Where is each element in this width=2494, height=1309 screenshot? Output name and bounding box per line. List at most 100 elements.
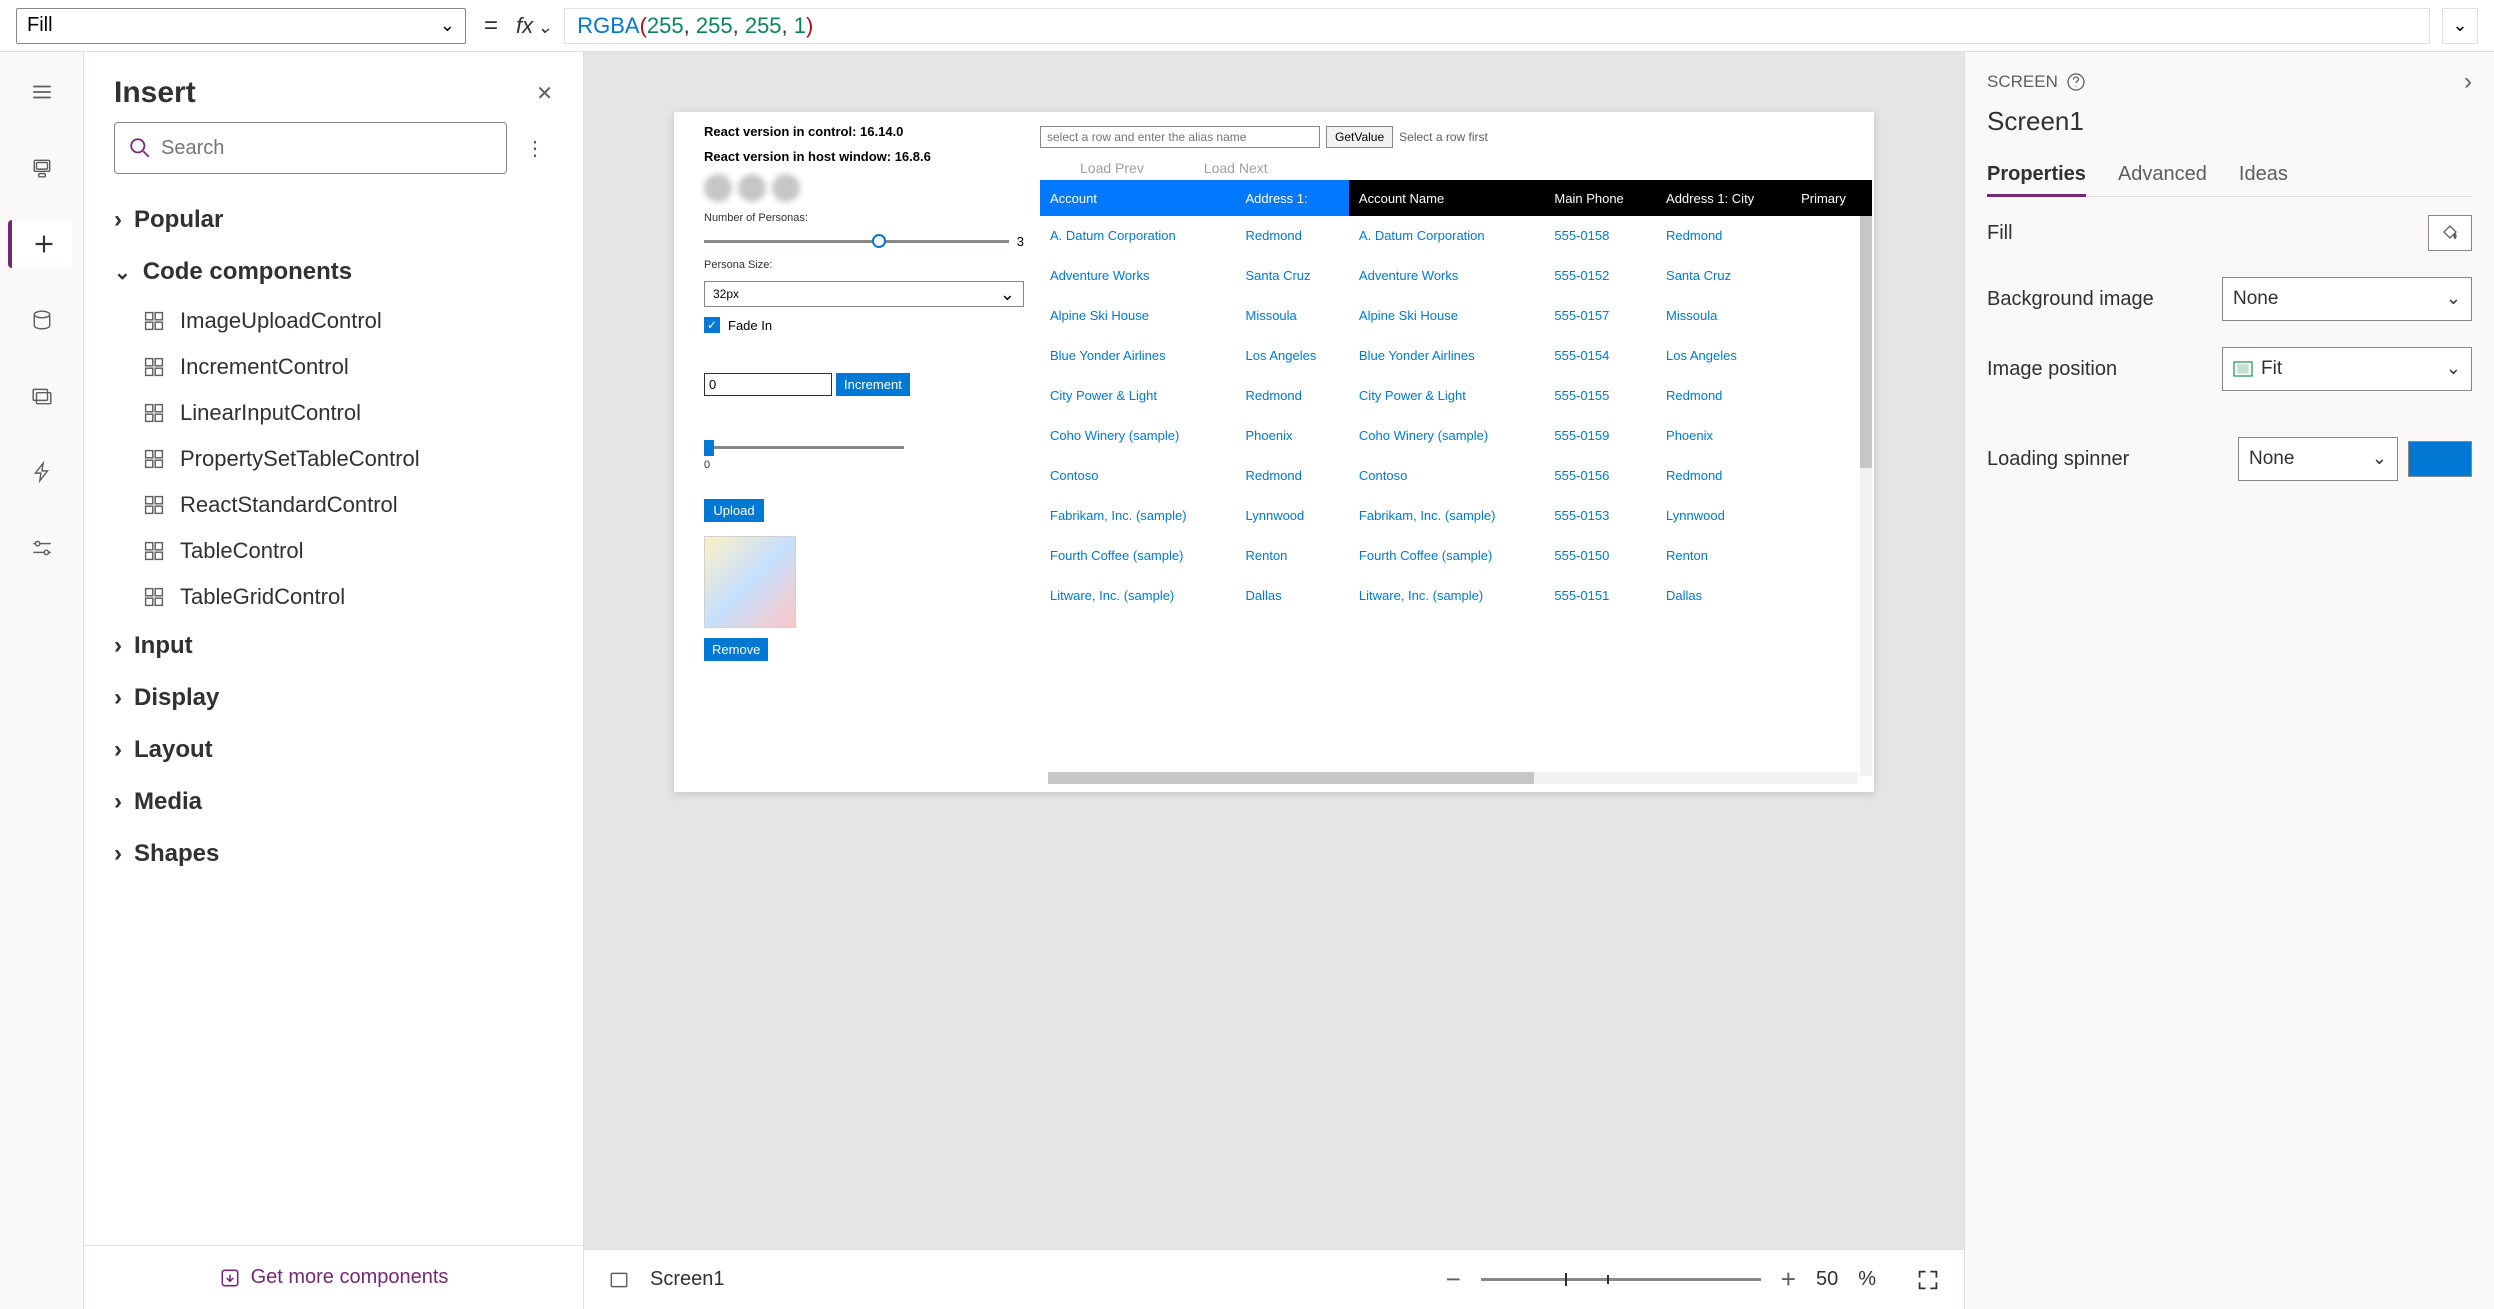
zoom-slider[interactable]: [1481, 1278, 1761, 1281]
column-header[interactable]: Account Name: [1349, 180, 1544, 216]
table-cell[interactable]: Redmond: [1235, 376, 1348, 416]
table-cell[interactable]: Alpine Ski House: [1040, 296, 1235, 336]
table-cell[interactable]: Fourth Coffee (sample): [1040, 536, 1235, 576]
table-cell[interactable]: 555-0152: [1544, 256, 1656, 296]
table-cell[interactable]: Redmond: [1656, 216, 1791, 256]
table-cell[interactable]: Renton: [1656, 536, 1791, 576]
group-shapes[interactable]: Shapes: [84, 828, 583, 880]
table-cell[interactable]: Contoso: [1349, 456, 1544, 496]
table-row[interactable]: City Power & LightRedmondCity Power & Li…: [1040, 376, 1872, 416]
fill-color-button[interactable]: [2428, 215, 2472, 251]
table-cell[interactable]: Blue Yonder Airlines: [1349, 336, 1544, 376]
table-cell[interactable]: City Power & Light: [1349, 376, 1544, 416]
group-media[interactable]: Media: [84, 776, 583, 828]
table-cell[interactable]: Los Angeles: [1235, 336, 1348, 376]
slider-thumb[interactable]: [872, 234, 886, 248]
table-cell[interactable]: Missoula: [1656, 296, 1791, 336]
canvas-screen[interactable]: React version in control: 16.14.0 React …: [674, 112, 1874, 792]
getvalue-button[interactable]: GetValue: [1326, 126, 1393, 148]
table-cell[interactable]: Redmond: [1656, 376, 1791, 416]
table-cell[interactable]: Santa Cruz: [1235, 256, 1348, 296]
table-cell[interactable]: Redmond: [1235, 216, 1348, 256]
component-item[interactable]: ImageUploadControl: [84, 298, 583, 344]
fade-in-checkbox[interactable]: ✓: [704, 317, 720, 333]
rail-insert[interactable]: [8, 220, 72, 268]
upload-button[interactable]: Upload: [704, 499, 764, 522]
table-cell[interactable]: Litware, Inc. (sample): [1349, 576, 1544, 616]
zoom-out-button[interactable]: −: [1446, 1264, 1461, 1295]
close-icon[interactable]: ✕: [536, 81, 553, 106]
personas-slider[interactable]: [704, 240, 1009, 243]
group-popular[interactable]: Popular: [84, 194, 583, 246]
scrollbar-thumb[interactable]: [1860, 216, 1872, 468]
table-cell[interactable]: Phoenix: [1235, 416, 1348, 456]
column-header[interactable]: Primary: [1791, 180, 1872, 216]
vertical-scrollbar[interactable]: [1860, 216, 1872, 776]
chevron-right-icon[interactable]: ›: [2464, 68, 2472, 96]
group-layout[interactable]: Layout: [84, 724, 583, 776]
search-input[interactable]: [114, 122, 507, 174]
table-cell[interactable]: Renton: [1235, 536, 1348, 576]
increment-button[interactable]: Increment: [836, 373, 910, 396]
table-cell[interactable]: Alpine Ski House: [1349, 296, 1544, 336]
slider-thumb[interactable]: [704, 440, 714, 456]
persona-size-dropdown[interactable]: 32px: [704, 281, 1024, 307]
table-cell[interactable]: Los Angeles: [1656, 336, 1791, 376]
table-cell[interactable]: 555-0153: [1544, 496, 1656, 536]
rail-settings[interactable]: [12, 524, 72, 572]
table-cell[interactable]: 555-0156: [1544, 456, 1656, 496]
rail-data[interactable]: [12, 296, 72, 344]
group-input[interactable]: Input: [84, 620, 583, 672]
tab-properties[interactable]: Properties: [1987, 155, 2086, 197]
table-row[interactable]: Blue Yonder AirlinesLos AngelesBlue Yond…: [1040, 336, 1872, 376]
rail-hamburger[interactable]: [12, 68, 72, 116]
canvas-viewport[interactable]: React version in control: 16.14.0 React …: [584, 52, 1964, 1249]
table-cell[interactable]: 555-0151: [1544, 576, 1656, 616]
tab-advanced[interactable]: Advanced: [2118, 155, 2207, 196]
table-cell[interactable]: A. Datum Corporation: [1040, 216, 1235, 256]
column-header[interactable]: Address 1: City: [1656, 180, 1791, 216]
bg-image-dropdown[interactable]: None: [2222, 277, 2472, 321]
table-row[interactable]: Adventure WorksSanta CruzAdventure Works…: [1040, 256, 1872, 296]
table-cell[interactable]: Dallas: [1235, 576, 1348, 616]
group-display[interactable]: Display: [84, 672, 583, 724]
fx-label[interactable]: fx: [516, 13, 552, 39]
spinner-color-swatch[interactable]: [2408, 441, 2472, 477]
table-cell[interactable]: 555-0154: [1544, 336, 1656, 376]
rail-tree-view[interactable]: [12, 144, 72, 192]
table-row[interactable]: A. Datum CorporationRedmondA. Datum Corp…: [1040, 216, 1872, 256]
table-cell[interactable]: Redmond: [1235, 456, 1348, 496]
table-cell[interactable]: Blue Yonder Airlines: [1040, 336, 1235, 376]
fit-to-screen-button[interactable]: [1916, 1268, 1940, 1292]
increment-input[interactable]: [704, 373, 832, 396]
table-cell[interactable]: City Power & Light: [1040, 376, 1235, 416]
table-cell[interactable]: Missoula: [1235, 296, 1348, 336]
property-selector[interactable]: Fill: [16, 8, 466, 44]
formula-input[interactable]: RGBA(255, 255, 255, 1): [564, 8, 2430, 44]
table-cell[interactable]: Santa Cruz: [1656, 256, 1791, 296]
component-item[interactable]: ReactStandardControl: [84, 482, 583, 528]
table-cell[interactable]: Lynnwood: [1235, 496, 1348, 536]
tab-ideas[interactable]: Ideas: [2239, 155, 2288, 196]
table-cell[interactable]: 555-0157: [1544, 296, 1656, 336]
load-next-button[interactable]: Load Next: [1204, 160, 1268, 176]
column-header[interactable]: Address 1:: [1235, 180, 1348, 216]
table-cell[interactable]: A. Datum Corporation: [1349, 216, 1544, 256]
table-row[interactable]: Fourth Coffee (sample)RentonFourth Coffe…: [1040, 536, 1872, 576]
table-cell[interactable]: Adventure Works: [1040, 256, 1235, 296]
remove-button[interactable]: Remove: [704, 638, 768, 661]
component-item[interactable]: LinearInputControl: [84, 390, 583, 436]
table-row[interactable]: Fabrikam, Inc. (sample)LynnwoodFabrikam,…: [1040, 496, 1872, 536]
table-cell[interactable]: Coho Winery (sample): [1040, 416, 1235, 456]
column-header[interactable]: Main Phone: [1544, 180, 1656, 216]
column-header[interactable]: Account: [1040, 180, 1235, 216]
table-cell[interactable]: Fabrikam, Inc. (sample): [1040, 496, 1235, 536]
search-field[interactable]: [161, 137, 492, 160]
scrollbar-thumb[interactable]: [1048, 772, 1534, 784]
table-cell[interactable]: Litware, Inc. (sample): [1040, 576, 1235, 616]
table-cell[interactable]: Phoenix: [1656, 416, 1791, 456]
horizontal-scrollbar[interactable]: [1048, 772, 1858, 784]
table-cell[interactable]: Fabrikam, Inc. (sample): [1349, 496, 1544, 536]
table-cell[interactable]: 555-0155: [1544, 376, 1656, 416]
zoom-in-button[interactable]: +: [1781, 1264, 1796, 1295]
